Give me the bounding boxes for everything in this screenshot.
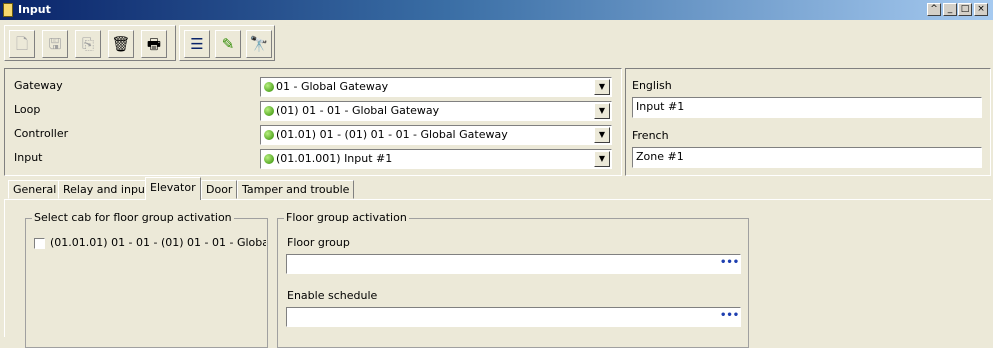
status-icon [264, 106, 274, 116]
french-field[interactable]: Zone #1 [632, 147, 982, 168]
loop-combo[interactable]: (01) 01 - 01 - Global Gateway ▼ [260, 101, 612, 121]
tab-general[interactable]: General [8, 180, 62, 199]
input-value: (01.01.001) Input #1 [276, 152, 393, 165]
cab-group: Select cab for floor group activation (0… [25, 211, 268, 348]
gateway-value: 01 - Global Gateway [276, 80, 389, 93]
status-icon [264, 130, 274, 140]
find-icon[interactable]: 🔭 [246, 30, 272, 58]
edit-icon[interactable]: ✎ [215, 30, 241, 58]
status-icon [264, 82, 274, 92]
chevron-down-icon[interactable]: ▼ [594, 151, 610, 167]
minimize-button[interactable]: _ [943, 3, 957, 16]
close-button[interactable]: × [974, 3, 988, 16]
list-icon[interactable]: ☰ [184, 30, 210, 58]
app-icon [3, 3, 13, 17]
floor-group-label: Floor group [287, 236, 350, 249]
tab-content: Select cab for floor group activation (0… [4, 199, 991, 348]
floor-group-activation: Floor group activation Floor group ••• E… [277, 211, 749, 348]
cab-checkbox[interactable] [34, 238, 45, 249]
chevron-down-icon[interactable]: ▼ [594, 103, 610, 119]
maximize-button[interactable]: □ [958, 3, 972, 16]
chevron-down-icon[interactable]: ▼ [594, 127, 610, 143]
save-icon[interactable]: 🖫 [42, 30, 68, 58]
floor-group-field[interactable] [286, 254, 741, 274]
window-title: Input [18, 3, 51, 16]
enable-schedule-field[interactable] [286, 307, 741, 327]
english-label: English [632, 79, 672, 92]
tab-tamper-and-trouble[interactable]: Tamper and trouble [237, 180, 355, 199]
tab-door[interactable]: Door [201, 180, 238, 199]
copy-icon[interactable]: ⎘ [75, 30, 101, 58]
english-field[interactable]: Input #1 [632, 97, 982, 118]
cab-item-label: (01.01.01) 01 - 01 - (01) 01 - 01 - Glob… [50, 236, 266, 249]
toolbar-group-view: ☰ ✎ 🔭 [179, 25, 275, 61]
floor-group-browse-button[interactable]: ••• [720, 256, 739, 271]
enable-schedule-browse-button[interactable]: ••• [720, 309, 739, 324]
controller-label: Controller [14, 127, 69, 140]
names-panel: English Input #1 French Zone #1 [625, 68, 991, 176]
controller-value: (01.01) 01 - (01) 01 - 01 - Global Gatew… [276, 128, 508, 141]
print-icon[interactable]: 🖶 [141, 30, 167, 58]
toolbar: 🗋 🖫 ⎘ 🗑 🖶 ☰ ✎ 🔭 [4, 23, 991, 63]
new-icon[interactable]: 🗋 [9, 30, 35, 58]
delete-icon[interactable]: 🗑 [108, 30, 134, 58]
restore-up-icon[interactable]: ^ [927, 3, 941, 16]
enable-schedule-label: Enable schedule [287, 289, 378, 302]
input-label: Input [14, 151, 43, 164]
controller-combo[interactable]: (01.01) 01 - (01) 01 - 01 - Global Gatew… [260, 125, 612, 145]
floor-group-activation-title: Floor group activation [284, 211, 409, 224]
input-combo[interactable]: (01.01.001) Input #1 ▼ [260, 149, 612, 169]
tab-relay-and-input[interactable]: Relay and input [58, 180, 155, 199]
chevron-down-icon[interactable]: ▼ [594, 79, 610, 95]
loop-value: (01) 01 - 01 - Global Gateway [276, 104, 440, 117]
tab-elevator[interactable]: Elevator [145, 177, 201, 200]
toolbar-group-edit: 🗋 🖫 ⎘ 🗑 🖶 [4, 25, 176, 61]
cab-group-title: Select cab for floor group activation [32, 211, 234, 224]
french-label: French [632, 129, 669, 142]
status-icon [264, 154, 274, 164]
selection-panel: Gateway 01 - Global Gateway ▼ Loop (01) … [4, 68, 622, 176]
gateway-combo[interactable]: 01 - Global Gateway ▼ [260, 77, 612, 97]
title-bar: Input ^ _ □ × [0, 0, 993, 20]
loop-label: Loop [14, 103, 41, 116]
gateway-label: Gateway [14, 79, 63, 92]
